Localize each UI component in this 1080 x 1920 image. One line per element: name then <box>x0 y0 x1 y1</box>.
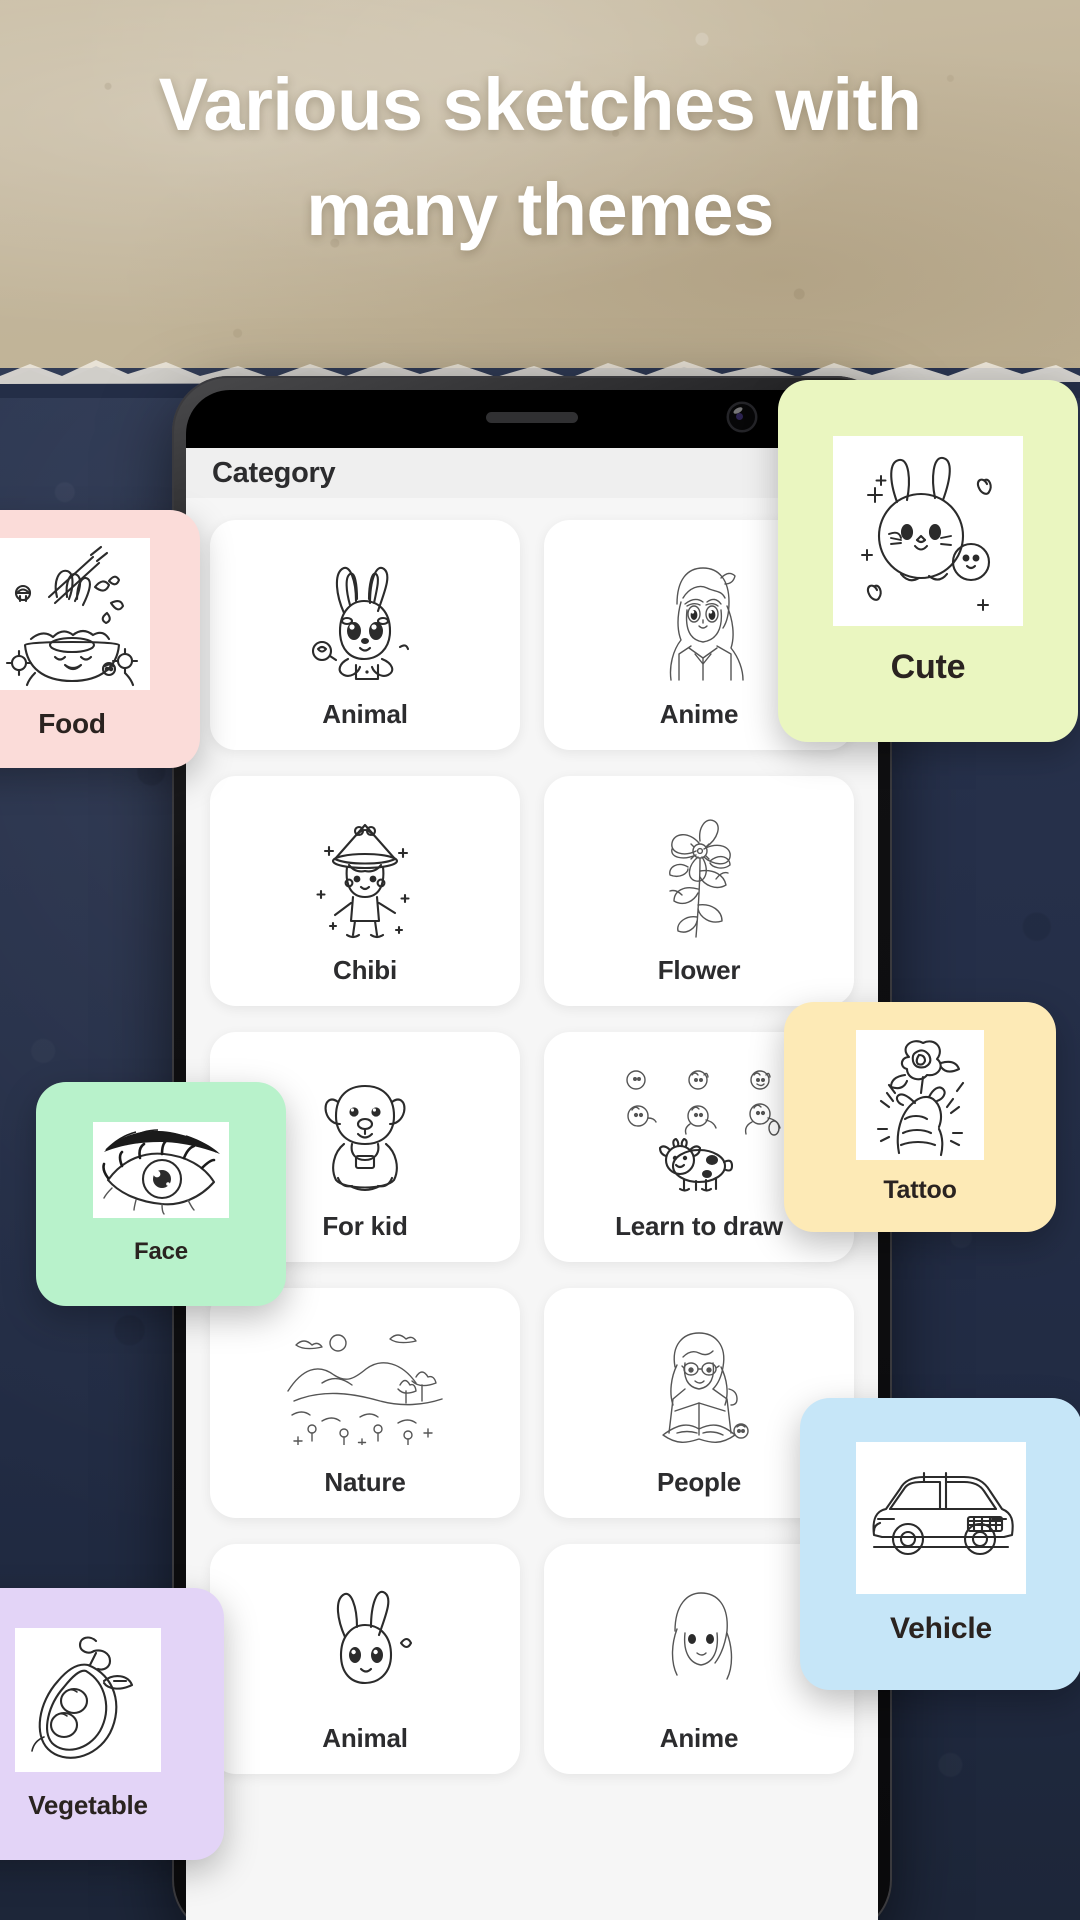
app-header: Category <box>186 448 878 498</box>
badge-card-vehicle[interactable]: Vehicle <box>800 1398 1080 1690</box>
cute-bunny-thumbnail <box>833 435 1023 626</box>
bunny-icon <box>220 538 510 699</box>
category-label: Animal <box>322 1723 408 1753</box>
badge-card-cute[interactable]: Cute <box>778 380 1078 742</box>
camera-glint <box>732 405 744 416</box>
badge-card-vegetable[interactable]: Vegetable <box>0 1588 224 1860</box>
pea-pod-thumbnail <box>15 1627 161 1772</box>
category-card-animal[interactable]: Animal <box>210 520 520 750</box>
car-thumbnail <box>856 1442 1026 1594</box>
headline-line-1: Various sketches with <box>158 63 922 146</box>
category-card-chibi[interactable]: Chibi <box>210 776 520 1006</box>
promo-headline: Various sketches with many themes <box>0 52 1080 262</box>
front-camera-icon <box>729 404 755 430</box>
flower-icon <box>554 794 844 955</box>
badge-label-face: Face <box>134 1238 188 1265</box>
bunny-icon <box>220 1562 510 1723</box>
badge-label-cute: Cute <box>890 647 966 686</box>
chibi-witch-icon <box>220 794 510 955</box>
category-label: For kid <box>322 1211 408 1241</box>
category-label: Flower <box>657 955 741 985</box>
page-title: Category <box>212 456 336 489</box>
app-screen: Category Animal Anime Chibi Flower For k… <box>186 448 878 1920</box>
category-label: Anime <box>659 699 739 729</box>
badge-label-tattoo: Tattoo <box>883 1175 957 1204</box>
rose-arm-thumbnail <box>856 1029 984 1160</box>
category-label: Anime <box>659 1723 739 1753</box>
category-card-animal-2[interactable]: Animal <box>210 1544 520 1774</box>
headline-line-2: many themes <box>306 168 774 252</box>
badge-card-food[interactable]: Food <box>0 510 200 768</box>
ramen-thumbnail <box>0 538 150 690</box>
category-label: Learn to draw <box>615 1211 783 1241</box>
phone-screen: Category Animal Anime Chibi Flower For k… <box>186 390 878 1920</box>
category-label: People <box>656 1467 742 1497</box>
category-card-nature[interactable]: Nature <box>210 1288 520 1518</box>
category-label: Animal <box>322 699 408 729</box>
badge-card-face[interactable]: Face <box>36 1082 286 1306</box>
category-label: Nature <box>324 1467 406 1497</box>
badge-label-vehicle: Vehicle <box>889 1612 992 1645</box>
badge-label-vegetable: Vegetable <box>28 1789 148 1820</box>
category-card-flower[interactable]: Flower <box>544 776 854 1006</box>
landscape-icon <box>220 1306 510 1467</box>
badge-label-food: Food <box>38 708 106 739</box>
speaker-grille-icon <box>486 412 578 423</box>
category-grid: Animal Anime Chibi Flower For kid Learn … <box>186 498 878 1774</box>
badge-card-tattoo[interactable]: Tattoo <box>784 1002 1056 1232</box>
eye-thumbnail <box>93 1122 229 1218</box>
category-label: Chibi <box>333 955 397 985</box>
